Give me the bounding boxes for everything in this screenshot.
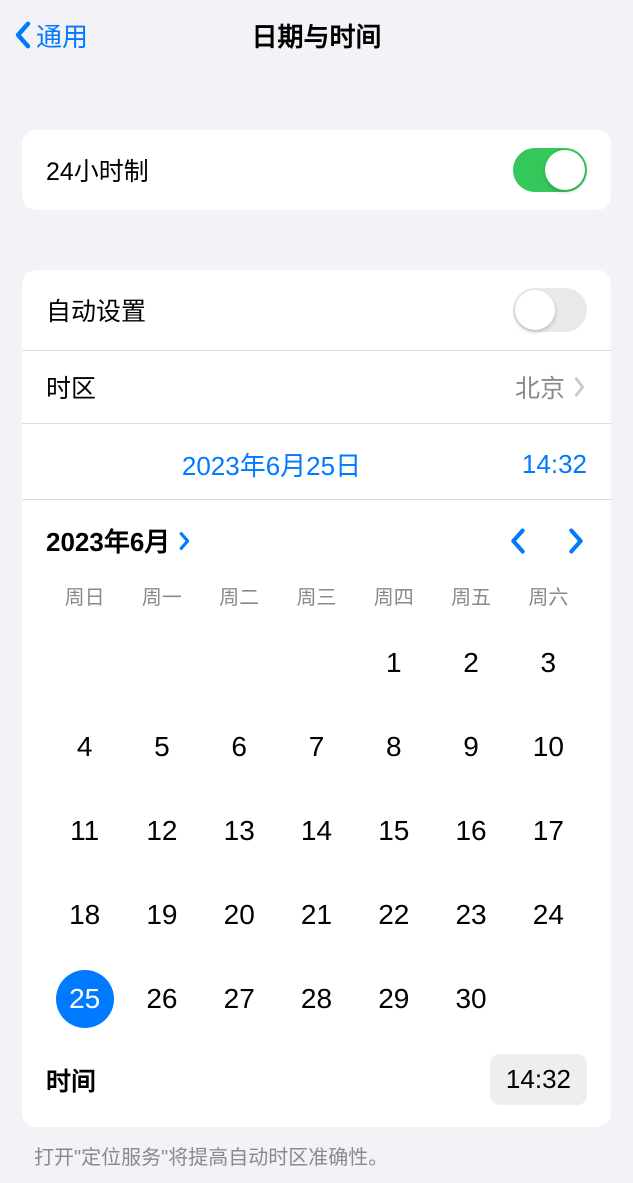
day-number: 17 bbox=[533, 815, 564, 847]
day-number: 11 bbox=[70, 815, 99, 847]
label-auto-set: 自动设置 bbox=[46, 292, 146, 328]
day-number: 21 bbox=[301, 899, 332, 931]
day-cell[interactable]: 22 bbox=[355, 886, 432, 944]
day-number: 24 bbox=[533, 899, 564, 931]
day-number: 6 bbox=[231, 731, 247, 763]
day-cell[interactable]: 1 bbox=[355, 634, 432, 692]
chevron-right-icon bbox=[571, 376, 587, 398]
day-cell[interactable]: 30 bbox=[432, 970, 509, 1028]
day-cell[interactable]: 25 bbox=[46, 970, 123, 1028]
day-cell[interactable]: 28 bbox=[278, 970, 355, 1028]
day-cell[interactable]: 12 bbox=[123, 802, 200, 860]
day-cell-empty bbox=[278, 634, 355, 692]
day-cell[interactable]: 14 bbox=[278, 802, 355, 860]
day-cell[interactable]: 16 bbox=[432, 802, 509, 860]
day-number: 16 bbox=[455, 815, 486, 847]
day-cell-empty bbox=[201, 634, 278, 692]
page-title: 日期与时间 bbox=[0, 17, 633, 54]
day-number: 13 bbox=[224, 815, 255, 847]
selected-time[interactable]: 14:32 bbox=[497, 449, 587, 480]
weekday-label: 周六 bbox=[510, 581, 587, 610]
day-number: 5 bbox=[154, 731, 170, 763]
weekday-label: 周四 bbox=[355, 581, 432, 610]
day-cell[interactable]: 8 bbox=[355, 718, 432, 776]
label-time: 时间 bbox=[46, 1062, 96, 1098]
row-timezone[interactable]: 时区 北京 bbox=[22, 350, 611, 423]
footer-note: 打开"定位服务"将提高自动时区准确性。 bbox=[0, 1127, 633, 1170]
day-number: 22 bbox=[378, 899, 409, 931]
day-number: 14 bbox=[301, 815, 332, 847]
weekday-label: 周一 bbox=[123, 581, 200, 610]
day-number: 9 bbox=[463, 731, 479, 763]
day-number: 30 bbox=[455, 983, 486, 1015]
row-time: 时间 14:32 bbox=[22, 1046, 611, 1127]
day-number: 2 bbox=[463, 647, 479, 679]
month-label: 2023年6月 bbox=[46, 522, 170, 559]
day-cell[interactable]: 20 bbox=[201, 886, 278, 944]
day-cell[interactable]: 19 bbox=[123, 886, 200, 944]
day-number: 28 bbox=[301, 983, 332, 1015]
day-number: 25 bbox=[56, 970, 114, 1028]
day-cell[interactable]: 11 bbox=[46, 802, 123, 860]
prev-month-button[interactable] bbox=[507, 527, 529, 555]
day-number: 23 bbox=[455, 899, 486, 931]
day-number: 29 bbox=[378, 983, 409, 1015]
toggle-knob bbox=[515, 290, 555, 330]
chevron-left-icon bbox=[12, 20, 34, 50]
day-number: 10 bbox=[533, 731, 564, 763]
selected-date[interactable]: 2023年6月25日 bbox=[46, 446, 497, 483]
day-number: 8 bbox=[386, 731, 402, 763]
day-number: 3 bbox=[541, 647, 557, 679]
back-label: 通用 bbox=[36, 17, 88, 54]
day-cell[interactable]: 24 bbox=[510, 886, 587, 944]
day-number: 7 bbox=[309, 731, 325, 763]
day-number: 27 bbox=[224, 983, 255, 1015]
weekday-label: 周五 bbox=[432, 581, 509, 610]
day-number: 26 bbox=[146, 983, 177, 1015]
day-cell[interactable]: 23 bbox=[432, 886, 509, 944]
day-cell[interactable]: 4 bbox=[46, 718, 123, 776]
day-number: 20 bbox=[224, 899, 255, 931]
day-cell[interactable]: 13 bbox=[201, 802, 278, 860]
day-number: 4 bbox=[77, 731, 93, 763]
day-number: 12 bbox=[146, 815, 177, 847]
row-auto-set: 自动设置 bbox=[22, 270, 611, 350]
weekday-label: 周日 bbox=[46, 581, 123, 610]
day-cell[interactable]: 10 bbox=[510, 718, 587, 776]
next-month-button[interactable] bbox=[565, 527, 587, 555]
day-cell[interactable]: 3 bbox=[510, 634, 587, 692]
day-cell[interactable]: 7 bbox=[278, 718, 355, 776]
back-button[interactable]: 通用 bbox=[12, 17, 88, 54]
time-picker[interactable]: 14:32 bbox=[490, 1054, 587, 1105]
label-timezone: 时区 bbox=[46, 369, 96, 405]
toggle-24-hour[interactable] bbox=[513, 148, 587, 192]
day-cell[interactable]: 26 bbox=[123, 970, 200, 1028]
day-cell-empty bbox=[123, 634, 200, 692]
toggle-knob bbox=[545, 150, 585, 190]
chevron-right-icon bbox=[176, 530, 192, 552]
value-timezone: 北京 bbox=[515, 369, 565, 405]
day-cell[interactable]: 21 bbox=[278, 886, 355, 944]
day-number: 1 bbox=[386, 647, 402, 679]
day-number: 15 bbox=[378, 815, 409, 847]
row-24-hour: 24小时制 bbox=[22, 130, 611, 210]
day-number: 18 bbox=[69, 899, 100, 931]
day-cell[interactable]: 15 bbox=[355, 802, 432, 860]
weekday-label: 周三 bbox=[278, 581, 355, 610]
day-cell[interactable]: 5 bbox=[123, 718, 200, 776]
day-cell[interactable]: 6 bbox=[201, 718, 278, 776]
day-cell[interactable]: 9 bbox=[432, 718, 509, 776]
day-cell[interactable]: 27 bbox=[201, 970, 278, 1028]
day-cell[interactable]: 17 bbox=[510, 802, 587, 860]
month-picker[interactable]: 2023年6月 bbox=[46, 522, 192, 559]
day-cell-empty bbox=[46, 634, 123, 692]
day-cell[interactable]: 18 bbox=[46, 886, 123, 944]
day-cell[interactable]: 2 bbox=[432, 634, 509, 692]
toggle-auto-set[interactable] bbox=[513, 288, 587, 332]
weekday-label: 周二 bbox=[201, 581, 278, 610]
label-24-hour: 24小时制 bbox=[46, 152, 149, 188]
day-number: 19 bbox=[146, 899, 177, 931]
day-cell[interactable]: 29 bbox=[355, 970, 432, 1028]
